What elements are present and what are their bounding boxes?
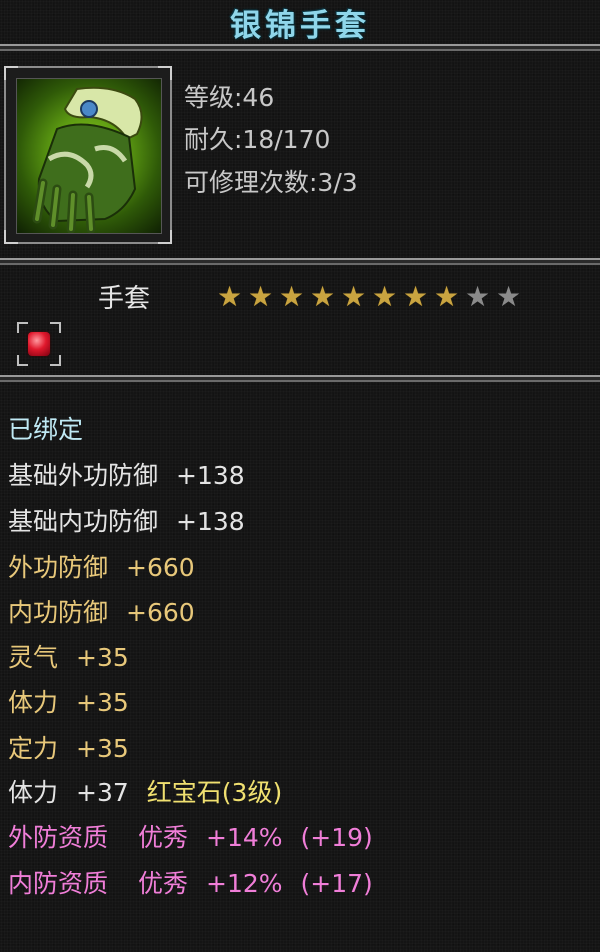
- bound-status: 已绑定: [8, 410, 83, 446]
- item-repair-count: 可修理次数:3/3: [184, 168, 358, 197]
- attr-value: +660: [126, 598, 195, 627]
- attr-gem-bonus: 体力 +37 红宝石(3级): [8, 773, 282, 809]
- star-filled-icon: ★: [309, 280, 336, 313]
- attr-stamina: 体力 +35: [8, 683, 129, 719]
- attr-label: 基础内功防御: [8, 507, 159, 536]
- star-filled-icon: ★: [216, 280, 243, 313]
- star-rating: ★ ★ ★ ★ ★ ★ ★ ★ ★ ★: [214, 283, 524, 311]
- attr-label: 基础外功防御: [8, 461, 159, 490]
- attr-label: 外功防御: [8, 553, 109, 582]
- green-glove-icon: [16, 78, 162, 234]
- attr-value: +660: [126, 553, 195, 582]
- slot-corner: [50, 322, 61, 333]
- attr-label: 定力: [8, 734, 59, 763]
- item-durability: 耐久:18/170: [184, 125, 331, 154]
- star-filled-icon: ★: [371, 280, 398, 313]
- attr-focus: 定力 +35: [8, 729, 129, 765]
- attr-label: 内功防御: [8, 598, 109, 627]
- bound-label: 已绑定: [8, 415, 84, 444]
- attr-extra: (+17): [300, 869, 373, 898]
- attr-value: +14%: [206, 823, 283, 852]
- attr-base-outer-def: 基础外功防御 +138: [8, 456, 245, 492]
- item-name: 银锦手套: [230, 7, 370, 44]
- slot-corner: [17, 322, 28, 333]
- gem-slot[interactable]: [17, 322, 61, 366]
- star-empty-icon: ★: [464, 280, 491, 313]
- item-title-bar: 银锦手套: [0, 0, 600, 44]
- attr-label: 体力: [8, 688, 59, 717]
- star-filled-icon: ★: [340, 280, 367, 313]
- attr-spirit: 灵气 +35: [8, 638, 129, 674]
- attr-label: 外防资质: [8, 823, 109, 852]
- attr-value: +12%: [206, 869, 283, 898]
- attr-base-inner-def: 基础内功防御 +138: [8, 502, 245, 538]
- divider-mid: [0, 258, 600, 265]
- item-level: 等级:46: [184, 83, 275, 112]
- attr-value: +35: [76, 643, 129, 672]
- star-filled-icon: ★: [433, 280, 460, 313]
- star-filled-icon: ★: [247, 280, 274, 313]
- star-filled-icon: ★: [278, 280, 305, 313]
- item-type: 手套: [98, 284, 151, 314]
- attr-value: +37: [76, 778, 129, 807]
- star-empty-icon: ★: [495, 280, 522, 313]
- attr-label: 体力: [8, 778, 59, 807]
- slot-corner: [50, 355, 61, 366]
- gem-name: 红宝石(3级): [146, 778, 283, 807]
- attr-inner-def: 内功防御 +660: [8, 593, 195, 629]
- divider-top: [0, 44, 600, 51]
- quality-grade: 优秀: [138, 869, 189, 898]
- attr-value: +138: [176, 461, 245, 490]
- attr-value: +35: [76, 688, 129, 717]
- attr-inner-quality: 内防资质 优秀 +12% (+17): [8, 864, 373, 900]
- star-filled-icon: ★: [402, 280, 429, 313]
- quality-grade: 优秀: [138, 823, 189, 852]
- attr-value: +138: [176, 507, 245, 536]
- divider-bottom: [0, 375, 600, 382]
- item-icon-frame[interactable]: [4, 66, 172, 244]
- attr-label: 内防资质: [8, 869, 109, 898]
- attr-extra: (+19): [300, 823, 373, 852]
- slot-corner: [17, 355, 28, 366]
- attr-outer-quality: 外防资质 优秀 +14% (+19): [8, 818, 373, 854]
- red-gem-icon: [28, 332, 50, 356]
- attr-outer-def: 外功防御 +660: [8, 548, 195, 584]
- attr-label: 灵气: [8, 643, 59, 672]
- attr-value: +35: [76, 734, 129, 763]
